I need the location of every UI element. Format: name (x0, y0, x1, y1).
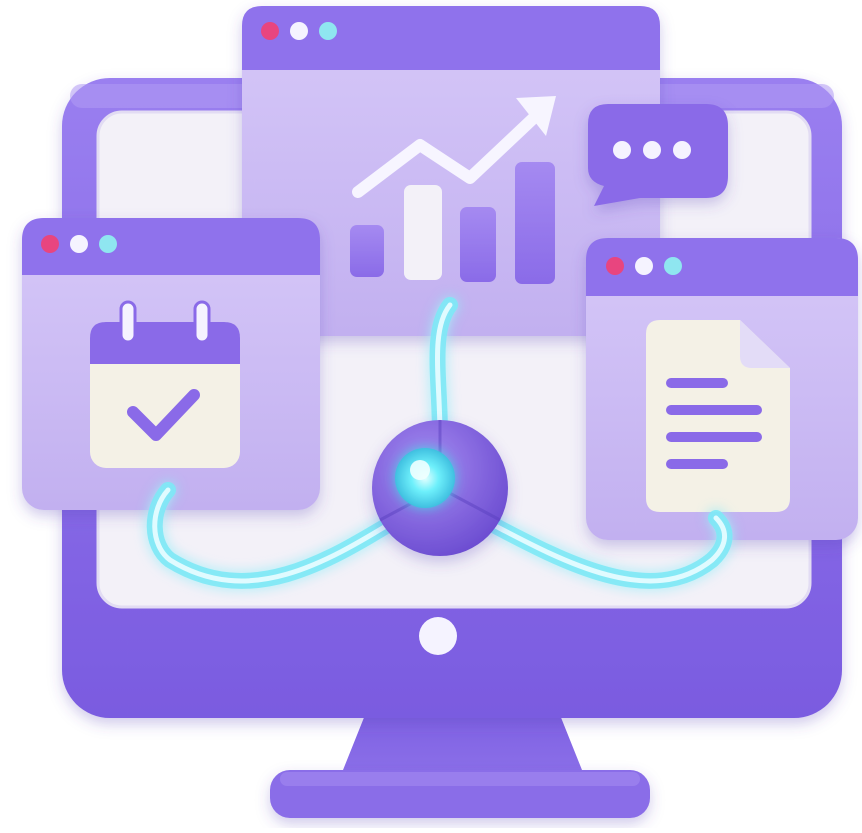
monitor-illustration (0, 0, 862, 833)
document-icon (646, 320, 790, 512)
monitor-icon (22, 6, 858, 818)
document-window (586, 238, 858, 540)
chat-bubble-icon (588, 104, 728, 206)
calendar-check-icon (90, 300, 240, 468)
calendar-window (22, 218, 320, 510)
power-button-icon (419, 617, 457, 655)
window-dot-white (290, 22, 308, 40)
window-dot-cyan (319, 22, 337, 40)
connection-hub-icon (372, 420, 508, 556)
window-dot-red (261, 22, 279, 40)
